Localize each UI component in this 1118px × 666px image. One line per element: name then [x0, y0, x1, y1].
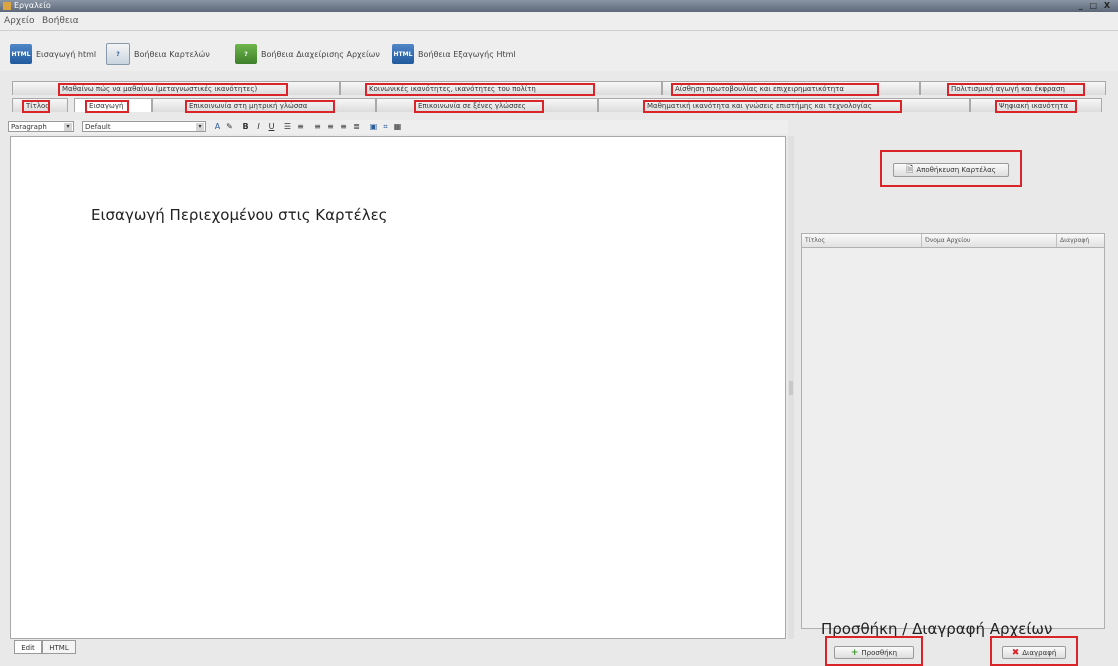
column-title[interactable]: Τίτλος: [802, 234, 922, 247]
add-button-highlight: + Προσθήκη: [825, 636, 923, 666]
tab-label: Αίσθηση πρωτοβουλίας και επιχειρηματικότ…: [671, 83, 879, 96]
toolbar: HTML Εισαγωγή html ? Βοήθεια Καρτελών ? …: [0, 31, 1118, 71]
divider-grip[interactable]: [789, 381, 793, 395]
add-file-button[interactable]: + Προσθήκη: [834, 646, 914, 659]
tab-foreign-languages[interactable]: Επικοινωνία σε ξένες γλώσσες: [376, 98, 598, 113]
tab-mother-tongue[interactable]: Επικοινωνία στη μητρική γλώσσα: [152, 98, 376, 113]
tabs-help-label: Βοήθεια Καρτελών: [134, 49, 210, 59]
bold-icon[interactable]: B: [240, 121, 251, 132]
tab-label: Ψηφιακή ικανότητα: [995, 100, 1077, 113]
files-table-header: Τίτλος Όνομα Αρχείου Διαγραφή: [802, 234, 1104, 248]
title-bar: Εργαλείο _ □ X: [0, 0, 1118, 12]
tab-row-2: Τίτλος Εισαγωγή Επικοινωνία στη μητρική …: [8, 98, 1110, 113]
html-import-button[interactable]: HTML Εισαγωγή html: [10, 43, 96, 65]
bullet-list-icon[interactable]: ☰: [282, 121, 293, 132]
files-table: Τίτλος Όνομα Αρχείου Διαγραφή: [801, 233, 1105, 629]
tab-html[interactable]: HTML: [42, 640, 76, 654]
save-tab-label: Αποθήκευση Καρτέλας: [916, 166, 996, 174]
delete-icon: ✖: [1011, 647, 1020, 658]
delete-file-label: Διαγραφή: [1022, 648, 1057, 657]
html-export-icon: HTML: [392, 44, 414, 64]
font-select[interactable]: Default ▾: [82, 121, 206, 132]
font-color-icon[interactable]: A: [212, 121, 223, 132]
chevron-down-icon: ▾: [196, 123, 204, 131]
tab-title[interactable]: Τίτλος: [12, 98, 68, 113]
justify-icon[interactable]: ≣: [351, 121, 362, 132]
editor-mode-tabs: Edit HTML: [10, 640, 786, 658]
italic-icon[interactable]: I: [253, 121, 264, 132]
column-delete[interactable]: Διαγραφή: [1057, 234, 1106, 247]
align-right-icon[interactable]: ≡: [338, 121, 349, 132]
tab-learning-to-learn[interactable]: Μαθαίνω πώς να μαθαίνω (μεταγνωστικές ικ…: [12, 81, 340, 96]
tab-social-competences[interactable]: Κοινωνικές ικανότητες, ικανότητες του πο…: [340, 81, 662, 96]
tab-label: Πολιτισμική αγωγή και έκφραση: [947, 83, 1085, 96]
file-manager-help-label: Βοήθεια Διαχείρισης Αρχείων: [261, 49, 380, 59]
tab-label: Επικοινωνία σε ξένες γλώσσες: [414, 100, 544, 113]
html-export-help-label: Βοήθεια Εξαγωγής Html: [418, 49, 516, 59]
tab-label: Μαθαίνω πώς να μαθαίνω (μεταγνωστικές ικ…: [58, 83, 288, 96]
window-controls[interactable]: _ □ X: [1079, 1, 1112, 10]
window-title: Εργαλείο: [14, 1, 51, 10]
tab-cultural-expression[interactable]: Πολιτισμική αγωγή και έκφραση: [920, 81, 1106, 96]
tab-label: Επικοινωνία στη μητρική γλώσσα: [185, 100, 335, 113]
paragraph-select[interactable]: Paragraph ▾: [8, 121, 74, 132]
font-select-value: Default: [85, 123, 111, 131]
tab-introduction[interactable]: Εισαγωγή: [74, 98, 152, 113]
editor-caption: Εισαγωγή Περιεχομένου στις Καρτέλες: [91, 206, 388, 224]
tab-label: Τίτλος: [22, 100, 50, 113]
align-left-icon[interactable]: ≡: [312, 121, 323, 132]
link-icon[interactable]: ⌗: [380, 121, 391, 132]
menu-bar: Αρχείο Βοήθεια: [0, 12, 1118, 31]
underline-icon[interactable]: U: [266, 121, 277, 132]
file-panel: 🗎 Αποθήκευση Καρτέλας Τίτλος Όνομα Αρχεί…: [795, 136, 1110, 666]
delete-button-highlight: ✖ Διαγραφή: [990, 636, 1078, 666]
html-import-icon: HTML: [10, 44, 32, 64]
html-export-help-button[interactable]: HTML Βοήθεια Εξαγωγής Html: [392, 43, 516, 65]
image-icon[interactable]: ▣: [368, 121, 379, 132]
highlight-icon[interactable]: ✎: [224, 121, 235, 132]
file-manager-help-button[interactable]: ? Βοήθεια Διαχείρισης Αρχείων: [235, 43, 380, 65]
add-file-label: Προσθήκη: [861, 648, 898, 657]
help-document-icon: ?: [106, 43, 130, 65]
tab-initiative-entrepreneurship[interactable]: Αίσθηση πρωτοβουλίας και επιχειρηματικότ…: [662, 81, 920, 96]
menu-file[interactable]: Αρχείο: [4, 16, 35, 26]
file-manager-help-icon: ?: [235, 44, 257, 64]
tab-row-1: Μαθαίνω πώς να μαθαίνω (μεταγνωστικές ικ…: [8, 81, 1110, 96]
paragraph-select-value: Paragraph: [11, 123, 47, 131]
content-editor[interactable]: Εισαγωγή Περιεχομένου στις Καρτέλες: [10, 136, 786, 639]
app-icon: [3, 2, 11, 10]
tab-label: Εισαγωγή: [85, 100, 129, 113]
tab-edit[interactable]: Edit: [14, 640, 42, 654]
save-button-highlight: 🗎 Αποθήκευση Καρτέλας: [880, 150, 1022, 187]
tab-mathematical-competence[interactable]: Μαθηματική ικανότητα και γνώσεις επιστήμ…: [598, 98, 970, 113]
html-import-label: Εισαγωγή html: [36, 49, 97, 59]
tab-label: Κοινωνικές ικανότητες, ικανότητες του πο…: [365, 83, 595, 96]
numbered-list-icon[interactable]: ≡: [295, 121, 306, 132]
delete-file-button[interactable]: ✖ Διαγραφή: [1002, 646, 1066, 659]
save-icon: 🗎: [906, 165, 914, 175]
split-divider[interactable]: [788, 136, 794, 639]
format-toolbar: Paragraph ▾ Default ▾ A ✎ B I U ☰ ≡ ≡ ≡ …: [8, 120, 788, 134]
table-icon[interactable]: ▦: [392, 121, 403, 132]
add-icon: +: [850, 647, 859, 658]
tabs-help-button[interactable]: ? Βοήθεια Καρτελών: [106, 43, 210, 65]
tab-label: Μαθηματική ικανότητα και γνώσεις επιστήμ…: [643, 100, 902, 113]
menu-help[interactable]: Βοήθεια: [42, 16, 79, 26]
chevron-down-icon: ▾: [64, 123, 72, 131]
tab-bar: Μαθαίνω πώς να μαθαίνω (μεταγνωστικές ικ…: [8, 79, 1110, 117]
tab-digital-competence[interactable]: Ψηφιακή ικανότητα: [970, 98, 1102, 113]
column-filename[interactable]: Όνομα Αρχείου: [922, 234, 1057, 247]
save-tab-button[interactable]: 🗎 Αποθήκευση Καρτέλας: [893, 163, 1009, 177]
align-center-icon[interactable]: ≡: [325, 121, 336, 132]
